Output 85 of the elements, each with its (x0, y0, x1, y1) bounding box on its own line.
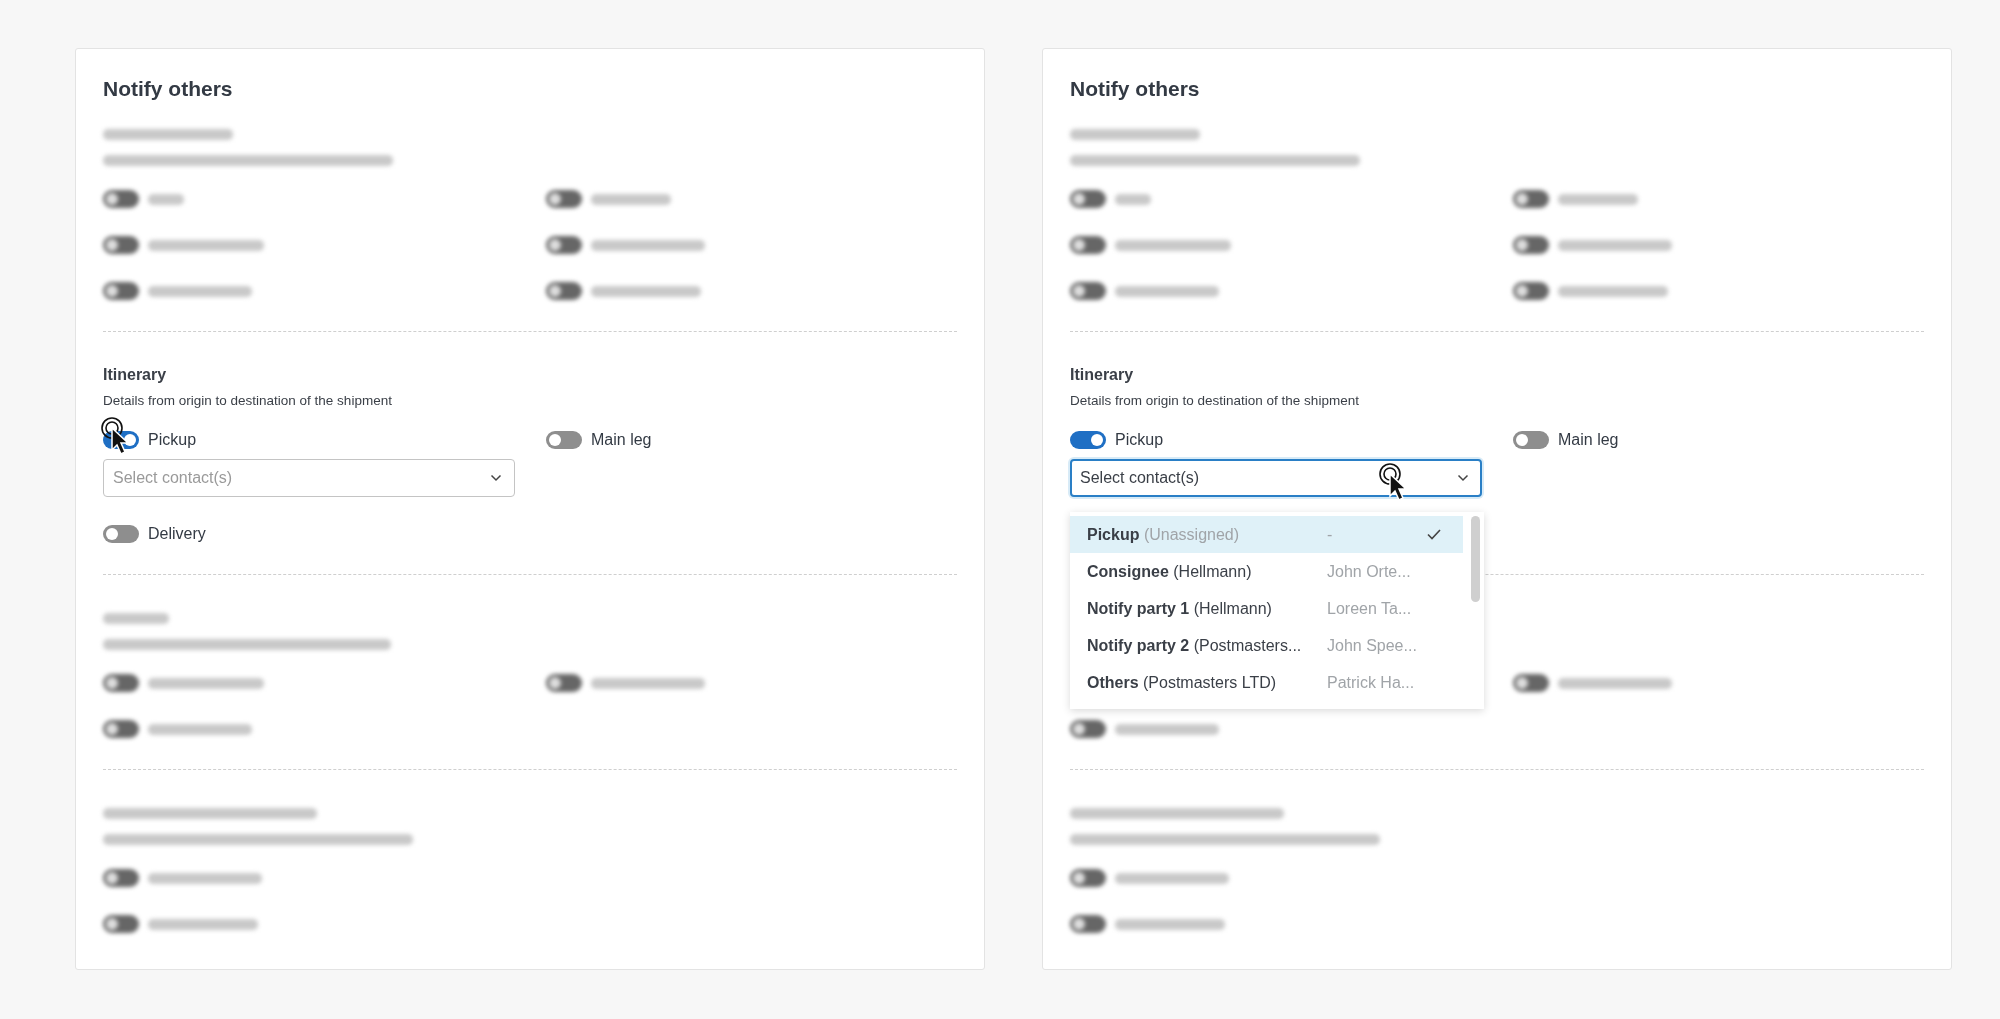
toggle-label: Pickup (148, 430, 197, 450)
scrollbar-thumb[interactable] (1471, 516, 1480, 602)
toggle-switch[interactable] (546, 431, 582, 449)
toggle-switch[interactable] (546, 236, 582, 254)
toggle-knob (1091, 434, 1103, 446)
dropdown-option[interactable]: Notify party 2 (Postmasters... John Spee... (1070, 627, 1463, 664)
option-contact: Loreen Ta... (1327, 598, 1413, 619)
toggle-label: Delivery (148, 523, 206, 544)
section-title: Itinerary (103, 365, 168, 385)
option-name: Notify party 1 (Hellmann) (1087, 598, 1273, 619)
toggle-knob (106, 527, 118, 540)
toggle-switch[interactable] (1513, 674, 1549, 692)
checkmark-icon (1427, 529, 1441, 540)
option-contact: John Orte... (1327, 561, 1412, 582)
toggle-switch[interactable] (1513, 190, 1549, 208)
option-name: Notify party 2 (Postmasters... (1087, 635, 1303, 656)
toggle-knob (106, 193, 118, 205)
toggle-switch[interactable] (546, 282, 582, 300)
toggle-knob (106, 239, 118, 251)
toggle-switch[interactable] (1070, 915, 1106, 933)
toggle-switch[interactable] (103, 236, 139, 254)
toggle-knob (1516, 239, 1528, 251)
toggle-switch[interactable] (1070, 431, 1106, 449)
option-contact: - (1327, 524, 1334, 545)
toggle-label: Main leg (1558, 430, 1619, 450)
toggle-knob (549, 285, 561, 297)
toggle-knob (1073, 918, 1085, 930)
toggle-switch[interactable] (1513, 431, 1549, 449)
toggle-knob (1516, 193, 1528, 205)
panel-title: Notify others (1070, 76, 1201, 102)
section-description: Details from origin to destination of the shipment (103, 392, 393, 410)
toggle-label: Main leg (591, 430, 652, 450)
toggle-switch[interactable] (103, 282, 139, 300)
toggle-switch[interactable] (1070, 720, 1106, 738)
toggle-knob (549, 239, 561, 251)
toggle-knob (549, 677, 561, 689)
blurred-text (1115, 193, 1151, 205)
toggle-switch[interactable] (103, 190, 139, 208)
toggle-knob (106, 677, 118, 689)
dropdown-option[interactable]: Others (Postmasters LTD) Patrick Ha... (1070, 664, 1463, 701)
toggle-knob (1073, 239, 1085, 251)
toggle-knob (1073, 872, 1085, 884)
dropdown-option[interactable]: Pickup (Unassigned) - (1070, 516, 1463, 553)
toggle-switch[interactable] (103, 915, 139, 933)
contact-select[interactable]: Select contact(s) (1070, 459, 1482, 497)
toggle-switch[interactable] (1513, 236, 1549, 254)
blurred-text (148, 193, 184, 205)
toggle-knob (1073, 723, 1085, 735)
toggle-knob (549, 434, 561, 446)
toggle-switch[interactable] (103, 720, 139, 738)
chevron-down-icon (490, 474, 502, 482)
option-contact: John Spee... (1327, 635, 1418, 656)
option-name: Consignee (Hellmann) (1087, 561, 1253, 582)
toggle-knob (106, 918, 118, 930)
option-name: Pickup (Unassigned) (1087, 524, 1241, 545)
option-name: Others (Postmasters LTD) (1087, 672, 1278, 693)
blurred-text (103, 612, 169, 624)
panel-title: Notify others (103, 76, 234, 102)
toggle-switch[interactable] (103, 869, 139, 887)
chevron-down-icon (1457, 474, 1469, 482)
toggle-knob (1516, 285, 1528, 297)
section-description: Details from origin to destination of the shipment (1070, 392, 1360, 410)
toggle-knob (1073, 285, 1085, 297)
option-contact: Patrick Ha... (1327, 672, 1416, 693)
toggle-knob (106, 723, 118, 735)
dropdown-option[interactable]: Notify party 1 (Hellmann) Loreen Ta... (1070, 590, 1463, 627)
toggle-knob (106, 285, 118, 297)
toggle-switch[interactable] (1070, 869, 1106, 887)
toggle-switch[interactable] (546, 674, 582, 692)
toggle-knob (1516, 677, 1528, 689)
toggle-switch[interactable] (1070, 190, 1106, 208)
section-title: Itinerary (1070, 365, 1135, 385)
dropdown-option[interactable]: Consignee (Hellmann) John Orte... (1070, 553, 1463, 590)
toggle-switch[interactable] (1513, 282, 1549, 300)
toggle-knob (1073, 193, 1085, 205)
toggle-knob (106, 872, 118, 884)
toggle-knob (549, 193, 561, 205)
toggle-switch[interactable] (1070, 282, 1106, 300)
contact-select[interactable]: Select contact(s) (103, 459, 515, 497)
toggle-switch[interactable] (103, 524, 139, 543)
toggle-switch[interactable] (103, 674, 139, 692)
toggle-label: Pickup (1115, 430, 1164, 450)
toggle-switch[interactable] (546, 190, 582, 208)
toggle-switch[interactable] (1070, 236, 1106, 254)
toggle-knob (1516, 434, 1528, 446)
